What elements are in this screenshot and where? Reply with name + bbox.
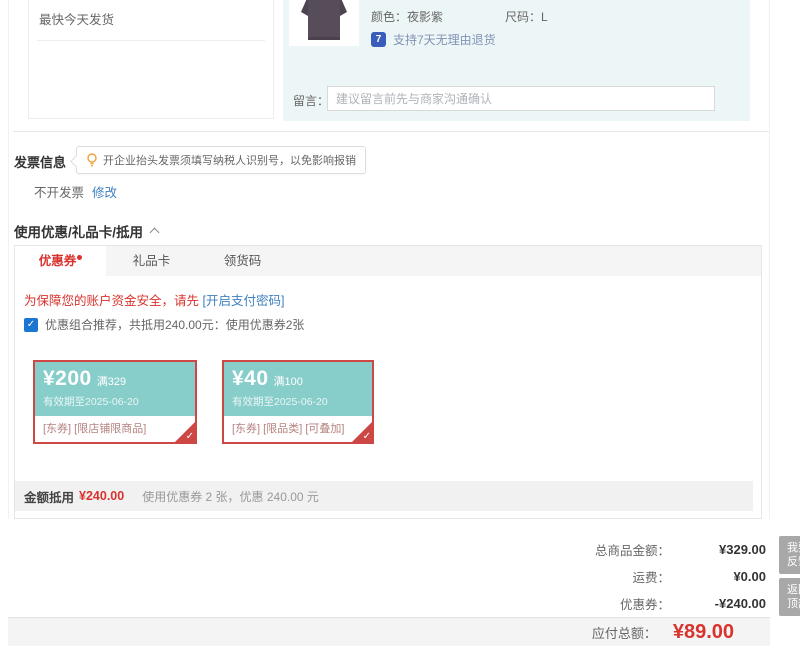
coupon-tags: [东券] [限品类] [可叠加] [232, 423, 345, 435]
size-attribute: 尺码：L [505, 8, 548, 25]
coupon-card-200[interactable]: ¥200 满329 有效期至2025-06-20 [东券] [限店铺限商品] ✓ [33, 360, 197, 444]
combo-label: 优惠组合推荐，共抵用240.00元：使用优惠券2张 [45, 318, 305, 332]
invoice-section-title: 发票信息 [14, 155, 67, 170]
feedback-button-line2: 反馈 [787, 556, 800, 568]
tab-gift-card[interactable]: 礼品卡 [106, 246, 197, 276]
tab-pickup-code[interactable]: 领货码 [197, 246, 288, 276]
size-label: 尺码： [505, 10, 542, 24]
order-item-panel: 颜色：夜影紫 尺码：L 7 支持7天无理由退货 留言： [283, 0, 750, 121]
invoice-current-row: 不开发票 修改 [34, 182, 117, 201]
coupon-card-40[interactable]: ¥40 满100 有效期至2025-06-20 [东券] [限品类] [可叠加] … [222, 360, 374, 444]
payable-amount: ¥89.00 [672, 620, 734, 643]
total-label: 优惠券： [619, 598, 670, 612]
chevron-up-icon[interactable] [149, 227, 160, 238]
color-attribute: 颜色：夜影紫 [371, 8, 443, 25]
color-value: 夜影紫 [407, 10, 444, 24]
check-icon: ✓ [185, 431, 194, 442]
security-warning-text: 为保障您的账户资金安全，请先 [24, 294, 203, 308]
message-input[interactable] [327, 86, 715, 111]
coupon-panel: 优惠券 礼品卡 领货码 为保障您的账户资金安全，请先 [开启支付密码] ✓ 优惠… [14, 245, 762, 519]
total-value: -¥240.00 [714, 596, 766, 611]
return-policy-row: 7 支持7天无理由退货 [371, 31, 496, 48]
total-row-shipping: 运费： ¥0.00 [595, 563, 766, 590]
coupon-amount: ¥200 [43, 367, 92, 390]
coupon-validity: 有效期至2025-06-20 [43, 396, 139, 408]
back-to-top-line1: 返回 [787, 584, 800, 596]
shipping-option-box: 最快今天发货 [28, 0, 274, 119]
invoice-tooltip-text: 开企业抬头发票须填写纳税人识别号，以免影响报销 [103, 155, 356, 167]
total-label: 运费： [632, 571, 670, 585]
coupon-tabbar: 优惠券 礼品卡 领货码 [15, 246, 761, 276]
shipping-note: 最快今天发货 [37, 0, 265, 41]
payable-label: 应付总额： [591, 625, 657, 641]
return-policy-text: 支持7天无理由退货 [393, 33, 496, 47]
message-label: 留言： [293, 94, 330, 108]
section-divider [13, 131, 769, 132]
combo-checkbox[interactable]: ✓ [24, 317, 38, 332]
product-image[interactable] [289, 0, 359, 46]
back-to-top-line2: 顶部 [787, 598, 800, 610]
security-warning: 为保障您的账户资金安全，请先 [开启支付密码] [24, 290, 284, 309]
coupon-top: ¥40 满100 有效期至2025-06-20 [224, 362, 372, 416]
coupon-amount: ¥40 [232, 367, 269, 390]
color-label: 颜色： [371, 10, 408, 24]
panel-right-border [769, 0, 770, 519]
coupon-summary-label: 金额抵用 [24, 490, 75, 505]
coupon-section-title: 使用优惠/礼品卡/抵用 [14, 221, 160, 241]
back-to-top-button[interactable]: 返回 顶部 [779, 578, 800, 616]
tab-new-dot-icon [77, 254, 83, 260]
coupon-tags: [东券] [限店铺限商品] [43, 423, 147, 435]
invoice-tooltip: 开企业抬头发票须填写纳税人识别号，以免影响报销 [76, 146, 366, 174]
coupon-top: ¥200 满329 有效期至2025-06-20 [35, 362, 195, 416]
coupon-validity: 有效期至2025-06-20 [232, 396, 328, 408]
coupon-threshold: 满100 [273, 376, 303, 388]
invoice-current: 不开发票 [34, 186, 85, 200]
feedback-button[interactable]: 我要 反馈 [779, 536, 800, 574]
size-value: L [541, 10, 548, 24]
coupon-summary-row: 金额抵用 ¥240.00 使用优惠券 2 张，优惠 240.00 元 [15, 481, 753, 511]
combo-recommendation-row: ✓ 优惠组合推荐，共抵用240.00元：使用优惠券2张 [24, 316, 304, 333]
payable-bar: 应付总额： ¥89.00 [8, 617, 770, 646]
total-value: ¥0.00 [733, 569, 766, 584]
bulb-icon [87, 152, 97, 166]
feedback-button-line1: 我要 [787, 542, 800, 554]
checkout-page: 最快今天发货 颜色：夜影紫 尺码：L 7 支持7天无理由退货 留言： 发票信息 [0, 0, 800, 646]
tab-coupon[interactable]: 优惠券 [15, 246, 106, 276]
total-row-goods: 总商品金额： ¥329.00 [595, 536, 766, 563]
invoice-modify-link[interactable]: 修改 [92, 182, 117, 201]
order-totals: 总商品金额： ¥329.00 运费： ¥0.00 优惠券： -¥240.00 [595, 536, 766, 617]
set-payment-password-link[interactable]: [开启支付密码] [202, 294, 284, 308]
coupon-summary-detail: 使用优惠券 2 张，优惠 240.00 元 [142, 489, 319, 504]
tshirt-icon [301, 0, 347, 40]
coupon-section-title-text: 使用优惠/礼品卡/抵用 [14, 225, 144, 240]
seven-day-badge-icon: 7 [371, 32, 386, 47]
coupon-threshold: 满329 [96, 376, 127, 388]
coupon-summary-amount: ¥240.00 [79, 489, 125, 503]
total-label: 总商品金额： [594, 544, 670, 558]
panel-left-border [8, 0, 9, 519]
total-value: ¥329.00 [719, 542, 766, 557]
total-row-coupon: 优惠券： -¥240.00 [595, 590, 766, 617]
check-icon: ✓ [362, 431, 371, 442]
